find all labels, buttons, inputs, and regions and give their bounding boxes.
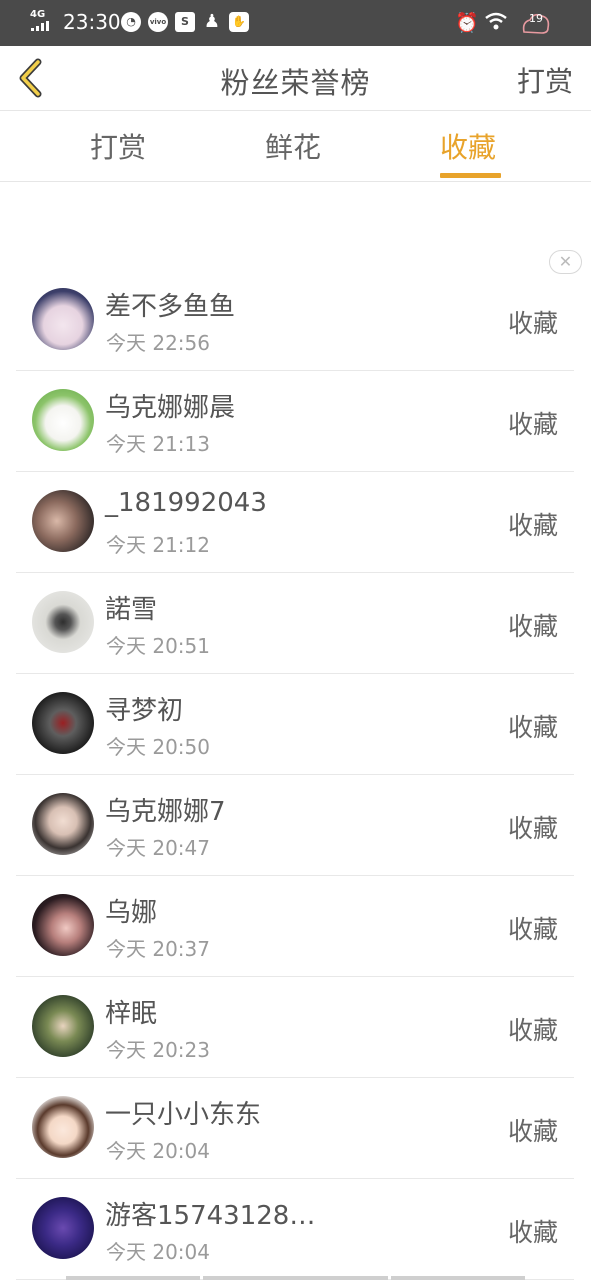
avatar bbox=[32, 793, 94, 855]
fan-name: 乌娜 bbox=[105, 898, 158, 928]
status-bar: 4G 23:30 ◔ vivo S ♟ ✋ ⏰ 19 bbox=[0, 0, 591, 46]
list-item[interactable]: 乌克娜娜7 今天 20:47 收藏 bbox=[16, 775, 574, 876]
fan-time: 今天 22:56 bbox=[106, 331, 210, 355]
fan-time: 今天 20:04 bbox=[106, 1139, 210, 1163]
avatar bbox=[32, 692, 94, 754]
avatar bbox=[32, 490, 94, 552]
list-item[interactable]: 游客15743128… 今天 20:04 收藏 bbox=[16, 1179, 574, 1280]
fan-time: 今天 21:13 bbox=[106, 432, 210, 456]
avatar bbox=[32, 288, 94, 350]
favorite-label: 收藏 bbox=[507, 309, 558, 338]
speed-icon: ◔ bbox=[121, 12, 141, 32]
favorite-label: 收藏 bbox=[507, 713, 558, 742]
fan-list: 差不多鱼鱼 今天 22:56 收藏 乌克娜娜晨 今天 21:13 收藏 _181… bbox=[16, 270, 574, 1280]
alarm-icon: ⏰ bbox=[455, 12, 479, 34]
fan-name: 乌克娜娜7 bbox=[105, 797, 226, 827]
list-item[interactable]: 諾雪 今天 20:51 收藏 bbox=[16, 573, 574, 674]
tab-flowers[interactable]: 鲜花 bbox=[265, 126, 321, 166]
scroll-indicator bbox=[391, 1276, 525, 1280]
battery-level: 19 bbox=[529, 12, 543, 25]
scroll-indicator bbox=[203, 1276, 388, 1280]
fan-name: 差不多鱼鱼 bbox=[105, 292, 236, 322]
list-item[interactable]: 乌娜 今天 20:37 收藏 bbox=[16, 876, 574, 977]
hand-icon: ✋ bbox=[229, 12, 249, 32]
reward-button[interactable]: 打赏 bbox=[517, 60, 573, 100]
tab-bar: 打赏 鲜花 收藏 bbox=[0, 111, 591, 182]
fan-time: 今天 20:23 bbox=[106, 1038, 210, 1062]
favorite-label: 收藏 bbox=[507, 1218, 558, 1247]
favorite-label: 收藏 bbox=[507, 814, 558, 843]
fan-time: 今天 20:37 bbox=[106, 937, 210, 961]
tab-indicator bbox=[440, 173, 501, 178]
fan-name: 游客15743128… bbox=[105, 1201, 316, 1231]
app-header: 粉丝荣誉榜 打赏 bbox=[0, 46, 591, 111]
favorite-label: 收藏 bbox=[507, 915, 558, 944]
signal-icon bbox=[31, 21, 51, 31]
avatar bbox=[32, 995, 94, 1057]
fan-time: 今天 21:12 bbox=[106, 533, 210, 557]
battery-icon: 19 bbox=[520, 8, 552, 36]
avatar bbox=[32, 389, 94, 451]
favorite-label: 收藏 bbox=[507, 1016, 558, 1045]
avatar bbox=[32, 894, 94, 956]
fan-time: 今天 20:04 bbox=[106, 1240, 210, 1264]
favorite-label: 收藏 bbox=[507, 410, 558, 439]
avatar bbox=[32, 1096, 94, 1158]
fan-name: 寻梦初 bbox=[105, 696, 184, 726]
scroll-indicator bbox=[66, 1276, 200, 1280]
list-item[interactable]: 差不多鱼鱼 今天 22:56 收藏 bbox=[16, 270, 574, 371]
list-item[interactable]: _181992043 今天 21:12 收藏 bbox=[16, 472, 574, 573]
favorite-label: 收藏 bbox=[507, 1117, 558, 1146]
network-type: 4G bbox=[30, 9, 46, 20]
page-title: 粉丝荣誉榜 bbox=[220, 66, 371, 100]
clock: 23:30 bbox=[63, 10, 121, 34]
vivo-icon: vivo bbox=[148, 12, 168, 32]
fan-name: 一只小小东东 bbox=[105, 1100, 262, 1130]
fan-time: 今天 20:47 bbox=[106, 836, 210, 860]
fan-time: 今天 20:50 bbox=[106, 735, 210, 759]
fan-name: 乌克娜娜晨 bbox=[105, 393, 236, 423]
fan-name: _181992043 bbox=[105, 488, 267, 518]
list-item[interactable]: 寻梦初 今天 20:50 收藏 bbox=[16, 674, 574, 775]
avatar bbox=[32, 1197, 94, 1259]
fan-time: 今天 20:51 bbox=[106, 634, 210, 658]
fan-name: 諾雪 bbox=[105, 595, 158, 625]
list-item[interactable]: 乌克娜娜晨 今天 21:13 收藏 bbox=[16, 371, 574, 472]
tab-favorites[interactable]: 收藏 bbox=[440, 126, 496, 166]
app-s-icon: S bbox=[175, 12, 195, 32]
qq-icon: ♟ bbox=[203, 11, 221, 32]
favorite-label: 收藏 bbox=[507, 511, 558, 540]
favorite-label: 收藏 bbox=[507, 612, 558, 641]
list-item[interactable]: 一只小小东东 今天 20:04 收藏 bbox=[16, 1078, 574, 1179]
wifi-icon bbox=[484, 11, 508, 35]
tab-reward[interactable]: 打赏 bbox=[90, 126, 146, 166]
avatar bbox=[32, 591, 94, 653]
fan-name: 梓眠 bbox=[105, 999, 158, 1029]
list-item[interactable]: 梓眠 今天 20:23 收藏 bbox=[16, 977, 574, 1078]
